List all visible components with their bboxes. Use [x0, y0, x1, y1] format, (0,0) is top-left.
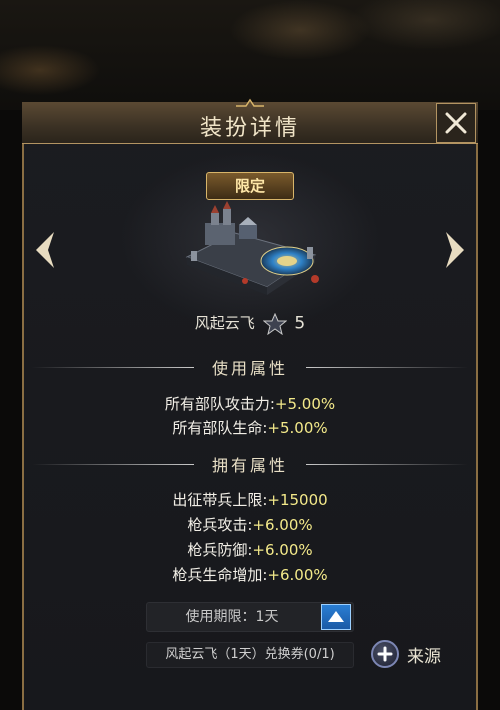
duration-toggle-button[interactable] [321, 604, 351, 630]
prev-skin-button[interactable] [32, 230, 60, 274]
next-skin-button[interactable] [440, 230, 468, 274]
use-attributes-title: 使用属性 [212, 359, 289, 378]
close-button[interactable] [436, 103, 476, 143]
source-button[interactable]: 来源 [371, 638, 461, 670]
duration-selector[interactable]: 使用期限：1天 [146, 602, 354, 632]
close-x-icon [445, 112, 467, 134]
header-ornament-icon [236, 98, 264, 107]
fortress-skin-image [185, 201, 319, 295]
limited-badge: 限定 [206, 172, 294, 200]
chevron-right-icon [446, 232, 464, 268]
skin-name-row: 风起云飞 5 [0, 312, 500, 335]
skin-level: 5 [294, 313, 306, 334]
voucher-text: 风起云飞（1天）兑换券(0/1) [146, 642, 354, 668]
attribute-row: 所有部队攻击力:+5.00% [164, 395, 336, 413]
plus-circle-icon [371, 640, 399, 668]
attribute-row: 枪兵生命增加:+6.00% [172, 566, 328, 584]
dialog-title: 装扮详情 [199, 116, 300, 141]
duration-text: 使用期限：1天 [185, 609, 279, 625]
attribute-row: 枪兵攻击:+6.00% [187, 516, 313, 534]
background-scene [0, 0, 500, 110]
chevron-left-icon [36, 232, 54, 268]
attribute-row: 所有部队生命:+5.00% [172, 419, 328, 437]
triangle-up-icon [328, 611, 344, 622]
skin-name: 风起云飞 [194, 314, 255, 332]
star-badge-icon [262, 312, 287, 335]
use-attributes-heading: 使用属性 [32, 357, 469, 378]
source-label: 来源 [407, 646, 441, 667]
own-attributes-title: 拥有属性 [212, 456, 289, 475]
attribute-row: 出征带兵上限:+15000 [172, 491, 328, 509]
own-attributes-heading: 拥有属性 [32, 454, 469, 475]
attribute-row: 枪兵防御:+6.00% [187, 541, 313, 559]
